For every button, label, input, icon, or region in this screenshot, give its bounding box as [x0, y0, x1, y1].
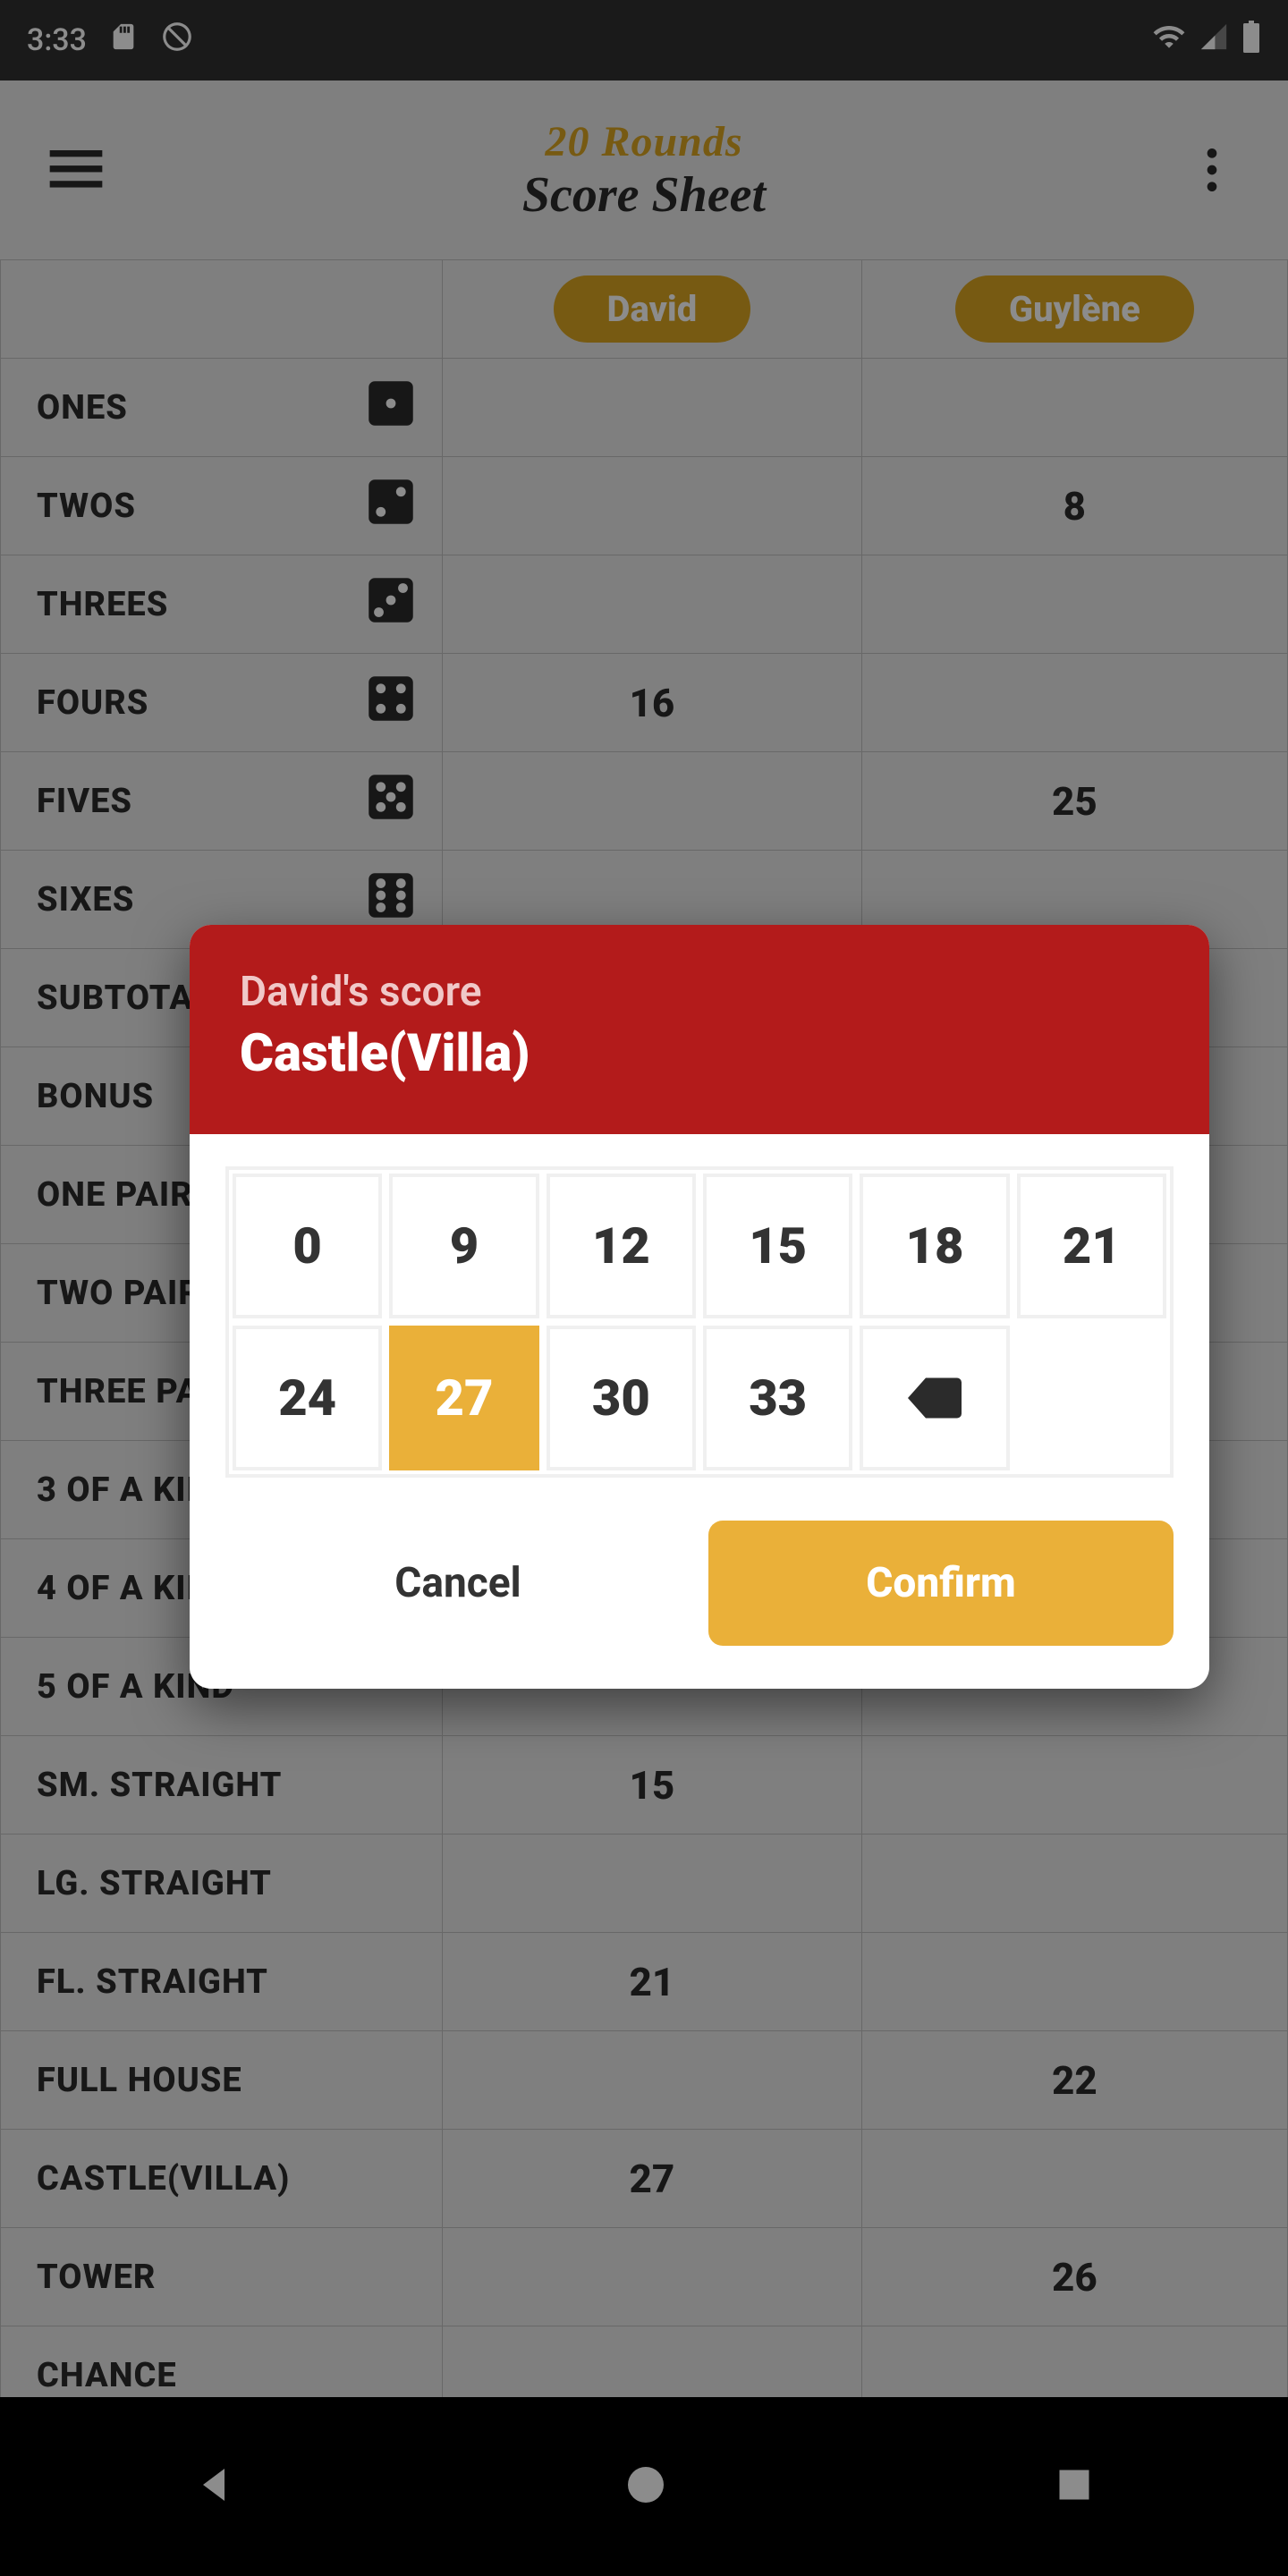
- score-option-30[interactable]: 30: [547, 1326, 696, 1470]
- score-option-21[interactable]: 21: [1017, 1174, 1166, 1318]
- dialog-subtitle: David's score: [240, 968, 1159, 1016]
- score-option-24[interactable]: 24: [233, 1326, 382, 1470]
- cancel-button[interactable]: Cancel: [225, 1521, 691, 1646]
- erase-button[interactable]: [860, 1326, 1009, 1470]
- score-option-18[interactable]: 18: [860, 1174, 1009, 1318]
- confirm-button[interactable]: Confirm: [708, 1521, 1174, 1646]
- score-option-9[interactable]: 9: [389, 1174, 538, 1318]
- dialog-title: Castle(Villa): [240, 1023, 1159, 1084]
- empty-cell: [1017, 1326, 1166, 1470]
- score-option-33[interactable]: 33: [703, 1326, 852, 1470]
- score-entry-dialog: David's score Castle(Villa) 0912151821 24…: [190, 925, 1209, 1689]
- score-option-12[interactable]: 12: [547, 1174, 696, 1318]
- score-option-15[interactable]: 15: [703, 1174, 852, 1318]
- score-option-0[interactable]: 0: [233, 1174, 382, 1318]
- score-option-27[interactable]: 27: [389, 1326, 538, 1470]
